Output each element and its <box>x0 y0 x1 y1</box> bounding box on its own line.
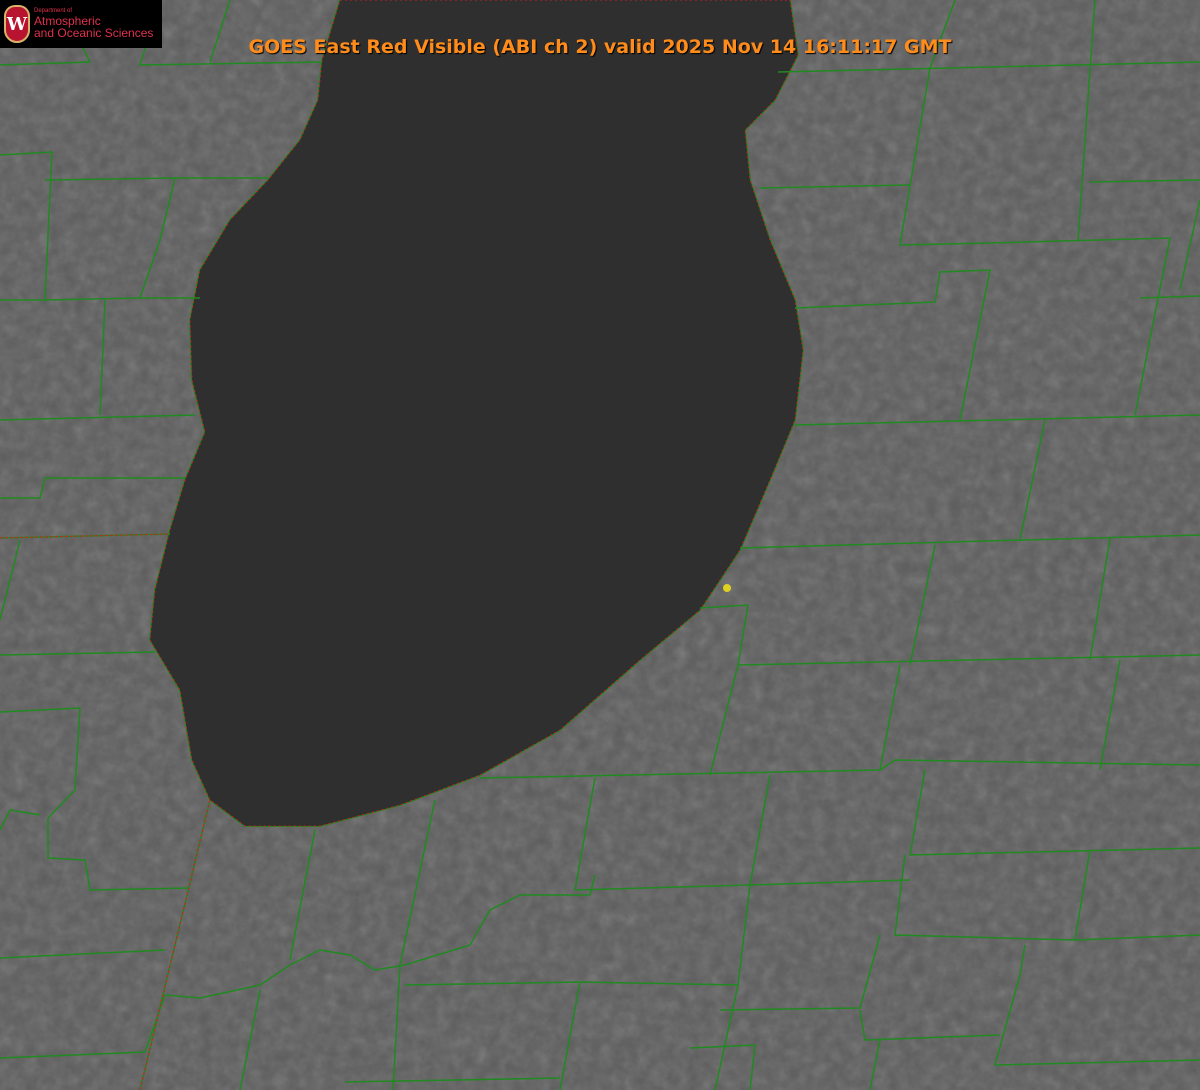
satellite-map: W Department of Atmospheric and Oceanic … <box>0 0 1200 1090</box>
location-marker <box>723 584 731 592</box>
image-title: GOES East Red Visible (ABI ch 2) valid 2… <box>248 36 952 58</box>
seal-letter: W <box>6 13 28 35</box>
map-canvas <box>0 0 1200 1090</box>
logo-text: Department of Atmospheric and Oceanic Sc… <box>34 8 153 39</box>
